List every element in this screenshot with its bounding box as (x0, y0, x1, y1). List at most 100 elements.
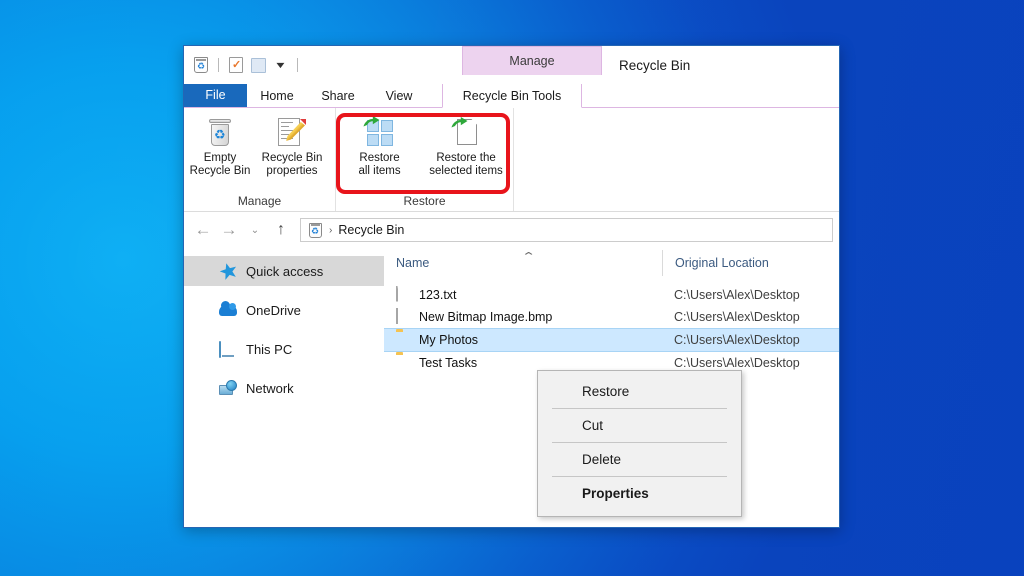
file-name-cell: 123.txt (384, 285, 662, 304)
ribbon-group-manage: ♻ Empty Recycle Bin Recycle Bin properti… (184, 108, 336, 211)
window-title-text: Recycle Bin (619, 57, 691, 73)
tab-home-label: Home (260, 88, 294, 103)
breadcrumb-recycle-bin[interactable]: Recycle Bin (338, 223, 404, 237)
file-name-label: 123.txt (419, 288, 457, 302)
recent-locations-button[interactable]: ⌄ (242, 217, 268, 243)
ribbon-tab-strip: File Home Share View Recycle Bin Tools (184, 84, 839, 108)
recycle-bin-icon: ♻ (203, 116, 237, 150)
column-header-original-location-label: Original Location (675, 255, 769, 270)
file-name-label: New Bitmap Image.bmp (419, 310, 553, 324)
ribbon-group-manage-label: Manage (237, 194, 282, 208)
table-row[interactable]: 123.txt C:\Users\Alex\Desktop (384, 284, 839, 306)
context-menu-item-delete-label: Delete (582, 452, 622, 467)
contextual-tab-header-label: Manage (509, 54, 555, 68)
contextual-tab-header-manage: Manage (462, 46, 602, 75)
file-name-label: Test Tasks (419, 356, 478, 370)
sidebar-item-quick-access[interactable]: Quick access (184, 256, 384, 286)
navigation-pane: Quick access OneDrive This PC Network (184, 248, 384, 527)
green-back-arrow-icon-2 (451, 117, 468, 128)
recycle-bin-properties-button[interactable]: Recycle Bin properties (256, 114, 328, 178)
qat-recycle-bin-icon[interactable]: ♻ (192, 56, 210, 74)
up-arrow-icon: ↑ (277, 221, 285, 238)
context-menu-item-properties-label: Properties (582, 486, 649, 501)
address-recycle-bin-icon: ♻ (307, 222, 323, 238)
empty-recycle-bin-label-line2: Recycle Bin (189, 165, 251, 177)
sidebar-item-onedrive-label: OneDrive (246, 302, 301, 318)
title-bar: ♻ ✓ ▼ Manage Recycle Bin (184, 46, 839, 84)
restore-selected-items-label-line2: selected items (429, 165, 503, 177)
file-location-cell: C:\Users\Alex\Desktop (674, 356, 800, 370)
column-header-name[interactable]: Name ⌃ (384, 250, 662, 276)
file-name-label: My Photos (419, 333, 479, 347)
tab-file[interactable]: File (184, 84, 247, 107)
recycle-bin-properties-label-line2: properties (266, 165, 318, 177)
context-menu-item-delete[interactable]: Delete (538, 443, 741, 476)
sidebar-item-onedrive[interactable]: OneDrive (184, 295, 384, 325)
context-menu-item-properties[interactable]: Properties (538, 477, 741, 510)
restore-all-items-button[interactable]: Restore all items (340, 114, 419, 178)
back-arrow-icon: ← (194, 220, 212, 239)
star-icon (219, 262, 237, 280)
ribbon: ♻ Empty Recycle Bin Recycle Bin properti… (184, 108, 839, 212)
tab-file-label: File (205, 88, 226, 102)
qat-separator-1 (218, 58, 219, 72)
sort-ascending-caret-icon: ⌃ (521, 250, 536, 263)
green-back-arrow-icon (363, 116, 380, 127)
folder-icon (396, 355, 411, 372)
sidebar-item-this-pc[interactable]: This PC (184, 334, 384, 364)
tab-home[interactable]: Home (247, 84, 307, 107)
restore-all-items-label-line1: Restore (359, 152, 400, 164)
file-rows: 123.txt C:\Users\Alex\Desktop New Bitmap… (384, 278, 839, 374)
network-icon (219, 379, 237, 397)
chevron-down-icon: ⌄ (250, 224, 260, 236)
forward-button[interactable]: → (216, 217, 242, 243)
restore-selected-items-button[interactable]: Restore the selected items (419, 114, 513, 178)
file-location-cell: C:\Users\Alex\Desktop (674, 288, 800, 302)
column-header-row: Name ⌃ Original Location (384, 248, 839, 278)
file-location-cell: C:\Users\Alex\Desktop (674, 310, 800, 324)
ribbon-group-restore-label: Restore (403, 194, 446, 208)
tab-view[interactable]: View (369, 84, 429, 107)
restore-all-items-icon (363, 116, 397, 150)
text-file-icon (396, 285, 411, 304)
properties-sheet-pencil-icon (275, 116, 309, 150)
context-menu-item-restore[interactable]: Restore (538, 375, 741, 408)
tab-view-label: View (385, 88, 413, 103)
tab-recycle-bin-tools-label: Recycle Bin Tools (462, 88, 562, 103)
context-menu-item-cut[interactable]: Cut (538, 409, 741, 442)
cloud-icon (219, 300, 237, 319)
recycle-bin-properties-label-line1: Recycle Bin (261, 152, 323, 164)
context-menu-item-restore-label: Restore (582, 384, 630, 399)
qat-properties-icon[interactable]: ✓ (227, 56, 245, 74)
restore-all-items-label-line2: all items (358, 165, 401, 177)
restore-selected-items-label-line1: Restore the (436, 152, 496, 164)
address-bar[interactable]: ♻ › Recycle Bin (300, 218, 833, 242)
context-menu-item-cut-label: Cut (582, 418, 604, 433)
up-button[interactable]: ↑ (268, 217, 294, 243)
table-row-selected[interactable]: My Photos C:\Users\Alex\Desktop (384, 328, 839, 352)
table-row[interactable]: New Bitmap Image.bmp C:\Users\Alex\Deskt… (384, 306, 839, 328)
navigation-bar: ← → ⌄ ↑ ♻ › Recycle Bin (184, 212, 839, 248)
column-header-original-location[interactable]: Original Location (662, 249, 839, 276)
back-button[interactable]: ← (190, 217, 216, 243)
sidebar-item-network[interactable]: Network (184, 373, 384, 403)
empty-recycle-bin-button[interactable]: ♻ Empty Recycle Bin (184, 114, 256, 178)
file-name-cell: My Photos (384, 332, 662, 349)
tab-share[interactable]: Share (307, 84, 369, 107)
folder-icon (396, 332, 411, 349)
qat-chevron-down-icon[interactable]: ▼ (271, 56, 289, 74)
tab-share-label: Share (321, 88, 355, 103)
empty-recycle-bin-label-line1: Empty (203, 152, 237, 164)
forward-arrow-icon: → (220, 220, 238, 239)
file-name-cell: Test Tasks (384, 355, 662, 372)
sidebar-item-quick-access-label: Quick access (246, 263, 324, 279)
sidebar-item-this-pc-label: This PC (246, 341, 293, 357)
quick-access-toolbar: ♻ ✓ ▼ (184, 46, 302, 84)
ribbon-group-restore: Restore all items Restore the selected i… (336, 108, 514, 211)
file-name-cell: New Bitmap Image.bmp (384, 307, 662, 326)
qat-new-folder-icon[interactable] (249, 56, 267, 74)
qat-separator-2 (297, 58, 298, 72)
monitor-icon (219, 340, 237, 358)
tab-recycle-bin-tools[interactable]: Recycle Bin Tools (442, 84, 582, 108)
restore-selected-items-icon (449, 116, 483, 150)
